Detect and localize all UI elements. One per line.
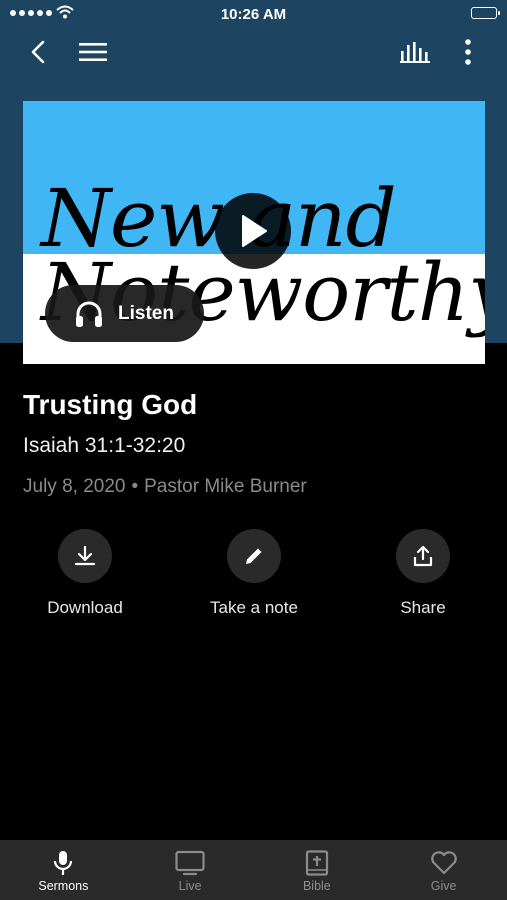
- status-bar: 10:26 AM: [0, 0, 507, 28]
- tab-sermons-label: Sermons: [38, 879, 89, 893]
- download-icon: [74, 545, 96, 566]
- tab-give-label: Give: [430, 879, 457, 893]
- more-button[interactable]: [446, 30, 490, 74]
- headphones-icon: [76, 301, 102, 327]
- microphone-icon: [54, 851, 73, 875]
- share-icon: [413, 545, 433, 567]
- share-circle: [396, 529, 450, 583]
- tab-sermons[interactable]: Sermons: [0, 840, 127, 900]
- sermon-date: July 8, 2020: [23, 476, 126, 497]
- play-icon: [242, 215, 267, 247]
- bible-icon: [305, 850, 328, 876]
- audio-button[interactable]: [393, 30, 437, 74]
- download-label: Download: [47, 598, 123, 617]
- tab-bible[interactable]: Bible: [254, 840, 381, 900]
- sermon-scripture: Isaiah 31:1-32:20: [23, 434, 186, 457]
- listen-button[interactable]: Listen: [45, 285, 204, 342]
- tab-live[interactable]: Live: [127, 840, 254, 900]
- download-button[interactable]: Download: [15, 529, 155, 618]
- tab-give[interactable]: Give: [380, 840, 507, 900]
- share-button[interactable]: Share: [353, 529, 493, 618]
- status-time: 10:26 AM: [220, 6, 287, 23]
- take-note-button[interactable]: Take a note: [184, 529, 324, 618]
- chevron-left-icon: [31, 40, 45, 64]
- tv-icon: [175, 850, 205, 876]
- hamburger-menu-icon: [79, 43, 107, 61]
- pencil-icon: [246, 548, 262, 564]
- back-button[interactable]: [16, 30, 60, 74]
- tab-bible-label: Bible: [302, 879, 331, 893]
- share-label: Share: [400, 598, 446, 617]
- menu-button[interactable]: [71, 30, 115, 74]
- play-button[interactable]: [215, 193, 291, 269]
- download-circle: [58, 529, 112, 583]
- equalizer-icon: [400, 42, 430, 63]
- take-note-label: Take a note: [210, 598, 298, 617]
- sermon-speaker: Pastor Mike Burner: [144, 476, 307, 497]
- listen-label: Listen: [118, 302, 174, 324]
- sermon-meta: July 8, 2020 • Pastor Mike Burner: [23, 476, 307, 498]
- tab-live-label: Live: [178, 879, 202, 893]
- sermon-title: Trusting God: [23, 389, 198, 420]
- battery-icon: [471, 7, 500, 19]
- heart-icon: [430, 851, 457, 875]
- nav-bar: [0, 30, 507, 74]
- take-note-circle: [227, 529, 281, 583]
- tab-bar: Sermons Live Bible Give: [0, 840, 507, 900]
- meta-separator: •: [131, 476, 139, 497]
- more-vertical-icon: [465, 39, 471, 65]
